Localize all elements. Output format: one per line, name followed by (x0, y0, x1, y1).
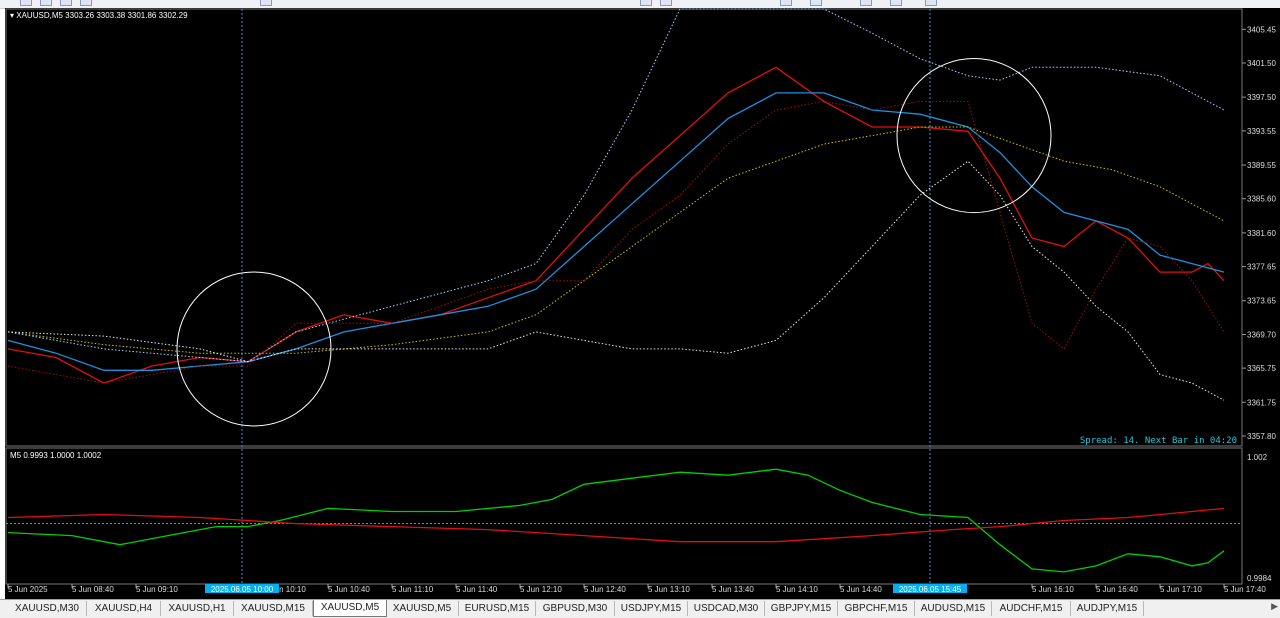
chart-tabs: XAUUSD,M30 XAUUSD,H4 XAUUSD,H1 XAUUSD,M15 XA… (0, 599, 1280, 618)
tab-xauusd-m5[interactable]: XAUUSD,M5 (386, 601, 459, 616)
x-tick-label: 5 Jun 12:40 (584, 585, 626, 594)
y-tick-label: 3393.55 (1247, 127, 1276, 136)
toolbar-icon[interactable] (260, 0, 272, 6)
tab-eurusd-m15[interactable]: EURUSD,M15 (459, 601, 536, 616)
y-tick-label: 3381.60 (1247, 229, 1276, 238)
x-tick-label: 5 Jun 16:10 (1032, 585, 1074, 594)
toolbar-icon[interactable] (640, 0, 652, 6)
tab-usdcad-m30[interactable]: USDCAD,M30 (688, 601, 765, 616)
x-tick-label: 5 Jun 17:10 (1160, 585, 1202, 594)
x-tick-label: 5 Jun 08:40 (72, 585, 114, 594)
tab-audusd-m15[interactable]: AUDUSD,M15 (915, 601, 992, 616)
tab-usdjpy-m15[interactable]: USDJPY,M15 (615, 601, 688, 616)
y-tick-label: 3373.65 (1247, 297, 1276, 306)
toolbar-icon[interactable] (60, 0, 72, 6)
tab-xauusd-m15[interactable]: XAUUSD,M15 (234, 601, 313, 616)
y-tick-label: 3357.80 (1247, 432, 1276, 441)
spread-text: Spread: 14. Next Bar in 04:20 (1080, 436, 1237, 446)
toolbar-icon[interactable] (860, 0, 872, 6)
tab-gbpusd-m30[interactable]: GBPUSD,M30 (536, 601, 615, 616)
tab-audchf-m15[interactable]: AUDCHF,M15 (992, 601, 1071, 616)
toolbar-icon[interactable] (890, 0, 902, 6)
tab-xauusd-m5[interactable]: XAUUSD,M5 (313, 600, 387, 617)
ohlc-values: 3303.26 3303.38 3301.86 3302.29 (65, 11, 188, 20)
toolbar-icon[interactable] (20, 0, 32, 6)
oscillator-panel[interactable] (5, 447, 1243, 585)
y-tick-label: 3369.70 (1247, 330, 1276, 339)
x-tick-label: 5 Jun 11:10 (392, 585, 434, 594)
oscillator-title: M5 0.9993 1.0000 1.0002 (10, 451, 102, 460)
tab-gbpjpy-m15[interactable]: GBPJPY,M15 (765, 601, 838, 616)
x-tick-label: 5 Jun 14:40 (840, 585, 882, 594)
x-tick-label: 5 Jun 13:40 (712, 585, 754, 594)
x-tick-label: 5 Jun 13:10 (648, 585, 690, 594)
x-tick-label: 5 Jun 16:40 (1096, 585, 1138, 594)
y-tick-label: 3401.50 (1247, 59, 1276, 68)
x-tick-label: 5 Jun 17:40 (1224, 585, 1266, 594)
main-panel[interactable] (5, 8, 1243, 447)
osc-y-tick-label: 0.9984 (1247, 574, 1272, 583)
toolbar-icon[interactable] (925, 0, 937, 6)
tab-xauusd-m30[interactable]: XAUUSD,M30 (8, 601, 87, 616)
y-tick-label: 3377.65 (1247, 263, 1276, 272)
x-tick-label: 5 Jun 12:10 (520, 585, 562, 594)
osc-y-tick-label: 1.002 (1247, 453, 1268, 462)
toolbar-icon[interactable] (780, 0, 792, 6)
y-tick-label: 3389.55 (1247, 161, 1276, 170)
arrow-right-icon[interactable]: ▶ (1271, 602, 1278, 612)
x-tick-label: 5 Jun 11:40 (456, 585, 498, 594)
y-tick-label: 3361.75 (1247, 398, 1276, 407)
tab-xauusd-h1[interactable]: XAUUSD,H1 (161, 601, 234, 616)
tab-gbpchf-m15[interactable]: GBPCHF,M15 (838, 601, 915, 616)
tab-audjpy-m15[interactable]: AUDJPY,M15 (1071, 601, 1144, 616)
toolbar-icon[interactable] (810, 0, 822, 6)
y-tick-label: 3365.75 (1247, 364, 1276, 373)
cursor-date-label: 2025.06.05 15:45 (899, 585, 962, 594)
x-tick-label: 5 Jun 09:10 (136, 585, 178, 594)
y-tick-label: 3405.45 (1247, 25, 1276, 34)
cursor-date-label: 2025.06.05 10:00 (211, 585, 274, 594)
chart-symbol-info: ▾ XAUUSD,M5 3303.26 3303.38 3301.86 3302… (10, 11, 188, 20)
y-tick-label: 3385.60 (1247, 195, 1276, 204)
x-tick-label: 5 Jun 10:40 (328, 585, 370, 594)
toolbar-icon[interactable] (40, 0, 52, 6)
toolbar-icon[interactable] (80, 0, 92, 6)
y-tick-label: 3397.50 (1247, 93, 1276, 102)
x-tick-label: 5 Jun 14:10 (776, 585, 818, 594)
toolbar-icon[interactable] (660, 0, 672, 6)
x-tick-label: 5 Jun 2025 (8, 585, 48, 594)
symbol-label: XAUUSD,M5 (16, 11, 63, 20)
chart-canvas[interactable]: 3405.45 3401.50 3397.50 3393.55 3389.55 3385.… (0, 8, 1280, 599)
tab-xauusd-h4[interactable]: XAUUSD,H4 (87, 601, 161, 616)
